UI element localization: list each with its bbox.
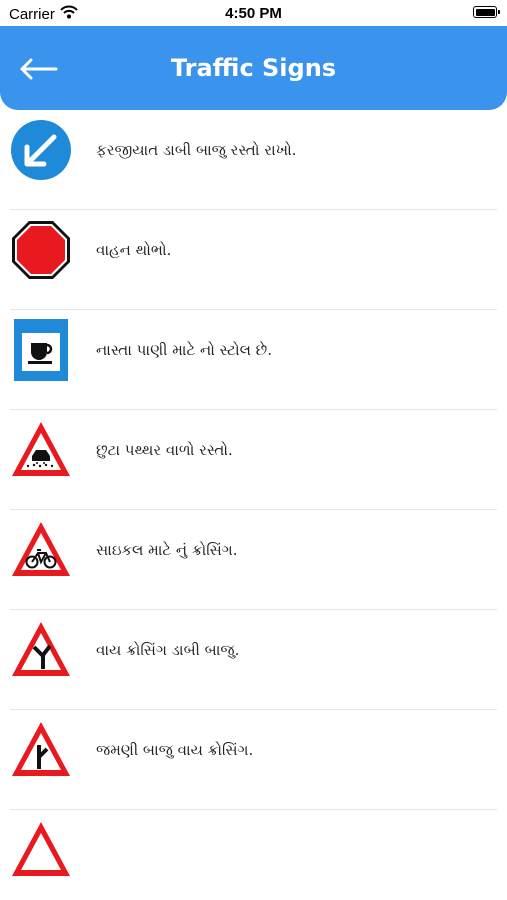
warning-sign-icon [12, 822, 70, 876]
sign-label: વાહન થોભો. [96, 241, 172, 259]
list-item[interactable]: છુટા પથ્થર વાળો રસ્તો. [0, 410, 507, 510]
list-item[interactable]: વાહન થોભો. [0, 210, 507, 310]
y-intersection-right-sign-icon [12, 722, 70, 776]
sign-label: જમણી બાજુ વાય ક્રોસિંગ. [96, 741, 254, 759]
list-item[interactable]: જમણી બાજુ વાય ક્રોસિંગ. [0, 710, 507, 810]
list-item[interactable] [0, 810, 507, 900]
app-bar: Traffic Signs [0, 26, 507, 110]
stop-sign-icon [12, 221, 70, 279]
y-intersection-left-sign-icon [12, 622, 70, 676]
status-bar: Carrier 4:50 PM [0, 0, 507, 26]
sign-label: ફરજીયાત ડાબી બાજુ રસ્તો રાખો. [96, 141, 297, 159]
page-title: Traffic Signs [170, 54, 337, 82]
sign-label: છુટા પથ્થર વાળો રસ્તો. [96, 441, 233, 459]
sign-label: નાસ્તા પાણી માટે નો સ્ટોલ છે. [96, 341, 273, 359]
sign-label: વાય ક્રોસિંગ ડાબી બાજુ. [96, 641, 240, 659]
list-item[interactable]: વાય ક્રોસિંગ ડાબી બાજુ. [0, 610, 507, 710]
list-item[interactable]: ફરજીયાત ડાબી બાજુ રસ્તો રાખો. [0, 110, 507, 210]
battery-icon [473, 6, 500, 18]
traffic-signs-list: ફરજીયાત ડાબી બાજુ રસ્તો રાખો. વાહન થોભો.… [0, 110, 507, 900]
refreshment-stall-sign-icon [14, 319, 68, 381]
status-time: 4:50 PM [225, 5, 282, 22]
cycle-crossing-sign-icon [12, 522, 70, 576]
sign-label: સાઇકલ માટે નું ક્રોસિંગ. [96, 541, 238, 559]
list-item[interactable]: સાઇકલ માટે નું ક્રોસિંગ. [0, 510, 507, 610]
keep-left-sign-icon [11, 120, 71, 180]
loose-gravel-sign-icon [12, 422, 70, 476]
list-item[interactable]: નાસ્તા પાણી માટે નો સ્ટોલ છે. [0, 310, 507, 410]
